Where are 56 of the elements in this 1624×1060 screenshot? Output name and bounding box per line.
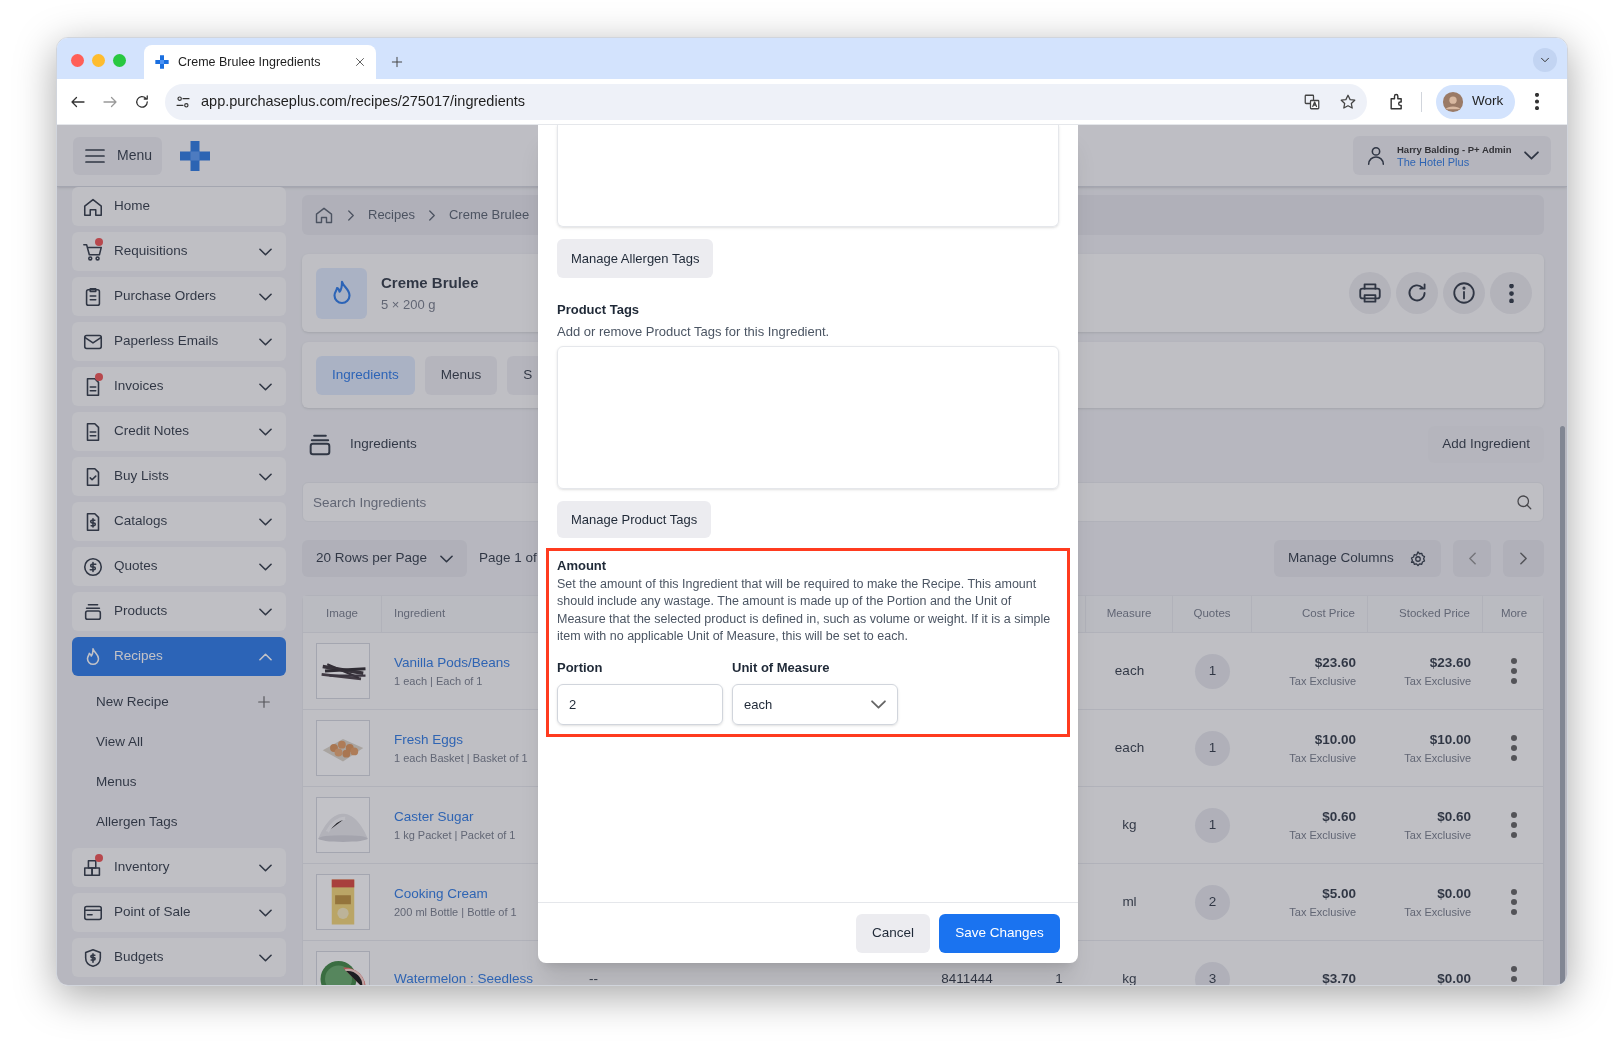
section-title: Ingredients (350, 435, 418, 454)
organisation-name: The Hotel Plus (1397, 155, 1471, 169)
page-indicator: Page 1 of (479, 549, 537, 568)
table-cell-text: 8411444 (941, 969, 993, 985)
column-header: More (1500, 606, 1528, 622)
url-text: app.purchaseplus.com/recipes/275017/ingredients (201, 91, 527, 111)
table-cell-text: kg (1122, 815, 1137, 834)
column-header: Cost Price (1301, 606, 1355, 622)
quote-count: 3 (1195, 961, 1230, 985)
quote-count: 1 (1195, 807, 1230, 843)
price: $23.60 (1314, 653, 1356, 672)
ingredient-detail: 1 each Basket | Basket of 1 (394, 750, 529, 766)
column-header: Stocked Price (1399, 606, 1470, 622)
tax-note: Tax Exclusive (1289, 673, 1356, 689)
price: $23.60 (1429, 653, 1471, 672)
column-header: Image (326, 606, 358, 622)
field-label: Portion (557, 658, 604, 677)
tax-note: Tax Exclusive (1404, 673, 1471, 689)
quote-count: 2 (1195, 884, 1230, 920)
table-cell-text: 1 (1055, 969, 1063, 985)
table-cell-text: -- (589, 969, 598, 985)
tax-note: Tax Exclusive (1404, 827, 1471, 843)
column-header: Measure (1106, 606, 1152, 622)
price: $0.60 (1322, 807, 1356, 826)
tax-note: Tax Exclusive (1404, 750, 1471, 766)
price: $10.00 (1429, 730, 1471, 749)
price: $10.00 (1314, 730, 1356, 749)
tax-note: Tax Exclusive (1404, 904, 1471, 920)
column-header: Ingredient (394, 606, 446, 622)
tax-note: Tax Exclusive (1289, 827, 1356, 843)
section-heading: Product Tags (557, 301, 641, 319)
table-cell-text: kg (1122, 969, 1137, 985)
table-cell-text: ml (1122, 892, 1137, 911)
description-text: Set the amount of this Ingredient that will be required to make the Recipe. This amount should include any wastage. The amount is made up of the Portion and the Unit of Measure that the selected product is defined in, such as volume or weight. If it is a simple item with no applicable Unit of Measure, this will be set to each. (557, 575, 1052, 645)
recipe-title: Creme Brulee (381, 273, 479, 293)
ingredient-detail: 200 ml Bottle | Bottle of 1 (394, 904, 518, 920)
recipe-size: 5 × 200 g (381, 295, 437, 314)
ingredient-detail: 1 kg Packet | Packet of 1 (394, 827, 517, 843)
quote-count: 1 (1195, 653, 1230, 689)
ingredient-detail: 1 each | Each of 1 (394, 673, 484, 689)
section-hint: Add or remove Product Tags for this Ingredient. (557, 322, 831, 341)
price: $0.00 (1437, 884, 1471, 903)
quote-count: 1 (1195, 730, 1230, 766)
price: $3.70 (1322, 969, 1356, 985)
table-cell-text: each (1114, 661, 1145, 680)
tab-title: Creme Brulee Ingredients (178, 53, 322, 71)
price: $0.00 (1437, 969, 1471, 985)
field-label: Unit of Measure (732, 658, 831, 677)
price: $0.60 (1437, 807, 1471, 826)
column-header: Quotes (1193, 606, 1231, 622)
price: $5.00 (1322, 884, 1356, 903)
user-name: Harry Balding - P+ Admin (1397, 142, 1513, 156)
tax-note: Tax Exclusive (1289, 904, 1356, 920)
tax-note: Tax Exclusive (1289, 750, 1356, 766)
section-heading: Amount (557, 557, 608, 575)
table-cell-text: each (1114, 738, 1145, 757)
